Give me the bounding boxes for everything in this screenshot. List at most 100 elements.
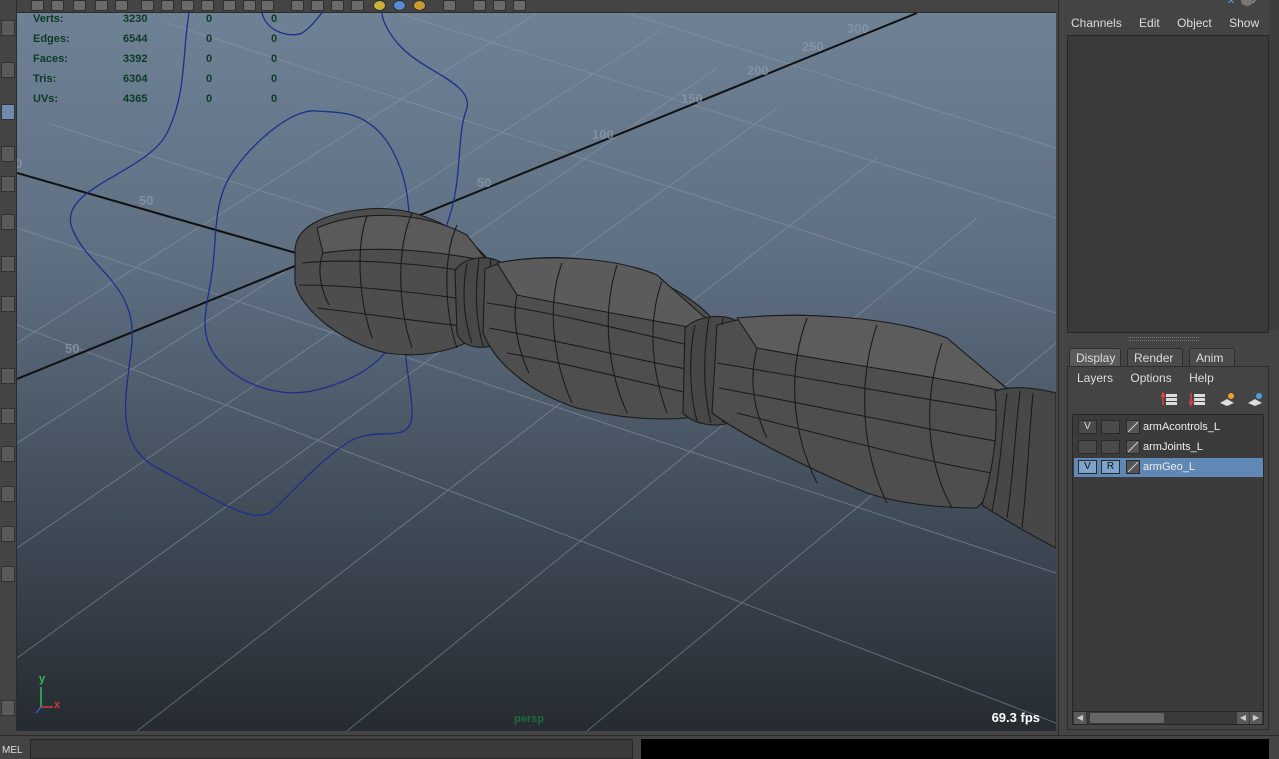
move-layer-up-icon[interactable] [1159, 391, 1179, 407]
command-input[interactable] [30, 739, 633, 759]
ambient-icon[interactable] [413, 0, 426, 11]
scale-tool-icon[interactable] [1, 214, 15, 230]
checker-icon[interactable] [351, 0, 364, 11]
layer-row-selected[interactable]: V R armGeo_L [1074, 458, 1263, 477]
pin-icon[interactable]: ✕ [1227, 0, 1239, 7]
soft-mod-tool-icon[interactable] [1, 296, 15, 312]
shadows-icon[interactable] [223, 0, 236, 11]
select-tool-icon[interactable] [1, 20, 15, 36]
settings-icon[interactable] [1241, 0, 1253, 6]
layout-extra-icon[interactable] [1, 700, 15, 716]
tab-display[interactable]: Display [1069, 348, 1121, 366]
layout-outliner-icon[interactable] [1, 486, 15, 502]
safe-area-icon[interactable] [493, 0, 506, 11]
channel-box-content[interactable] [1067, 35, 1269, 333]
isolate-icon[interactable] [243, 0, 256, 11]
command-result [641, 739, 1269, 759]
hud-label: Tris: [33, 73, 57, 85]
command-line: MEL [0, 735, 1279, 759]
close-icon[interactable]: ⁄ [1255, 0, 1267, 6]
hud-value: 0 [271, 93, 278, 105]
layout-four-icon[interactable] [1, 408, 15, 424]
share-icon[interactable] [513, 0, 526, 11]
hud-value: 6544 [123, 33, 148, 45]
camera-icon[interactable] [31, 0, 44, 11]
maya-window: 300 250 200 150 100 50 0 50 0 50 50 100 [0, 0, 1279, 759]
bookmark-icon[interactable] [95, 0, 108, 11]
menu-layers[interactable]: Layers [1077, 371, 1113, 385]
layer-color-swatch[interactable] [1126, 440, 1140, 454]
move-tool-icon[interactable] [1, 146, 15, 162]
sphere-icon[interactable] [393, 0, 406, 11]
axis-x-label: x [54, 699, 61, 711]
wireframe-icon[interactable] [141, 0, 154, 11]
smooth-shade-icon[interactable] [161, 0, 174, 11]
layer-color-swatch[interactable] [1126, 460, 1140, 474]
rotate-tool-icon[interactable] [1, 176, 15, 192]
layer-visibility-toggle[interactable] [1078, 440, 1097, 454]
scroll-right-icon[interactable]: ▶ [1250, 712, 1262, 724]
light-bulb-icon[interactable] [373, 0, 386, 11]
menu-edit[interactable]: Edit [1139, 16, 1160, 30]
side-tab-strip[interactable] [1269, 0, 1279, 330]
tab-render[interactable]: Render [1127, 348, 1183, 366]
snapshot-icon[interactable] [115, 0, 128, 11]
scrollbar-thumb[interactable] [1090, 713, 1164, 723]
new-layer-from-selection-icon[interactable] [1246, 391, 1264, 407]
new-empty-layer-icon[interactable] [1218, 391, 1236, 407]
paint-select-tool-icon[interactable] [1, 104, 15, 120]
layer-visibility-toggle[interactable]: V [1078, 420, 1097, 434]
layout-side-icon[interactable] [1, 446, 15, 462]
grid-number: 200 [747, 63, 769, 78]
texture-icon[interactable] [181, 0, 194, 11]
hud-value: 0 [206, 73, 213, 85]
channel-box-menu: Channels Edit Object Show [1071, 16, 1273, 30]
hud-value: 0 [206, 93, 213, 105]
layer-reference-toggle[interactable] [1101, 420, 1120, 434]
grid-number: 150 [681, 91, 703, 106]
grid-number: 0 [17, 156, 22, 171]
scene-view[interactable]: 300 250 200 150 100 50 0 50 0 50 50 100 [17, 13, 1056, 731]
layer-color-swatch[interactable] [1126, 420, 1140, 434]
scroll-left-end-icon[interactable]: ◀ [1237, 712, 1249, 724]
cube-shaded-icon[interactable] [311, 0, 324, 11]
menu-help[interactable]: Help [1189, 371, 1214, 385]
layout-graph-icon[interactable] [1, 526, 15, 542]
layout-single-icon[interactable] [1, 368, 15, 384]
command-mode-label[interactable]: MEL [2, 745, 23, 756]
resolution-gate-icon[interactable] [473, 0, 486, 11]
channel-box-layer-editor: ✕ ⁄ Channels Edit Object Show Display Re… [1058, 0, 1279, 735]
layout-hypershade-icon[interactable] [1, 566, 15, 582]
camera-name: persp [514, 713, 544, 725]
menu-options[interactable]: Options [1130, 371, 1171, 385]
view-axis-gizmo: y x [31, 673, 71, 717]
move-layer-down-icon[interactable] [1188, 391, 1207, 407]
axis-gizmo-icon [35, 687, 53, 714]
cube-wire-icon[interactable] [291, 0, 304, 11]
select-camera-icon[interactable] [443, 0, 456, 11]
layer-reference-toggle[interactable]: R [1101, 460, 1120, 474]
menu-show[interactable]: Show [1229, 16, 1259, 30]
hud-value: 0 [206, 33, 213, 45]
lasso-tool-icon[interactable] [1, 62, 15, 78]
layer-reference-toggle[interactable] [1101, 440, 1120, 454]
layer-name: armJoints_L [1143, 441, 1203, 453]
menu-object[interactable]: Object [1177, 16, 1212, 30]
grid-number: 100 [592, 127, 614, 142]
layer-list-scrollbar[interactable]: ◀ ◀ ▶ [1072, 711, 1264, 725]
xray-icon[interactable] [261, 0, 274, 11]
layer-visibility-toggle[interactable]: V [1078, 460, 1097, 474]
perspective-viewport[interactable]: 300 250 200 150 100 50 0 50 0 50 50 100 [17, 13, 1056, 731]
layer-row[interactable]: armJoints_L [1074, 438, 1263, 457]
manipulator-tool-icon[interactable] [1, 256, 15, 272]
film-gate-icon[interactable] [51, 0, 64, 11]
tab-anim[interactable]: Anim [1189, 348, 1235, 366]
lights-icon[interactable] [201, 0, 214, 11]
scroll-left-icon[interactable]: ◀ [1074, 712, 1086, 724]
cube-textured-icon[interactable] [331, 0, 344, 11]
grid-icon[interactable] [73, 0, 86, 11]
hud-value: 0 [206, 53, 213, 65]
layer-row[interactable]: V armAcontrols_L [1074, 418, 1263, 437]
panel-splitter[interactable] [1129, 337, 1199, 341]
menu-channels[interactable]: Channels [1071, 16, 1122, 30]
